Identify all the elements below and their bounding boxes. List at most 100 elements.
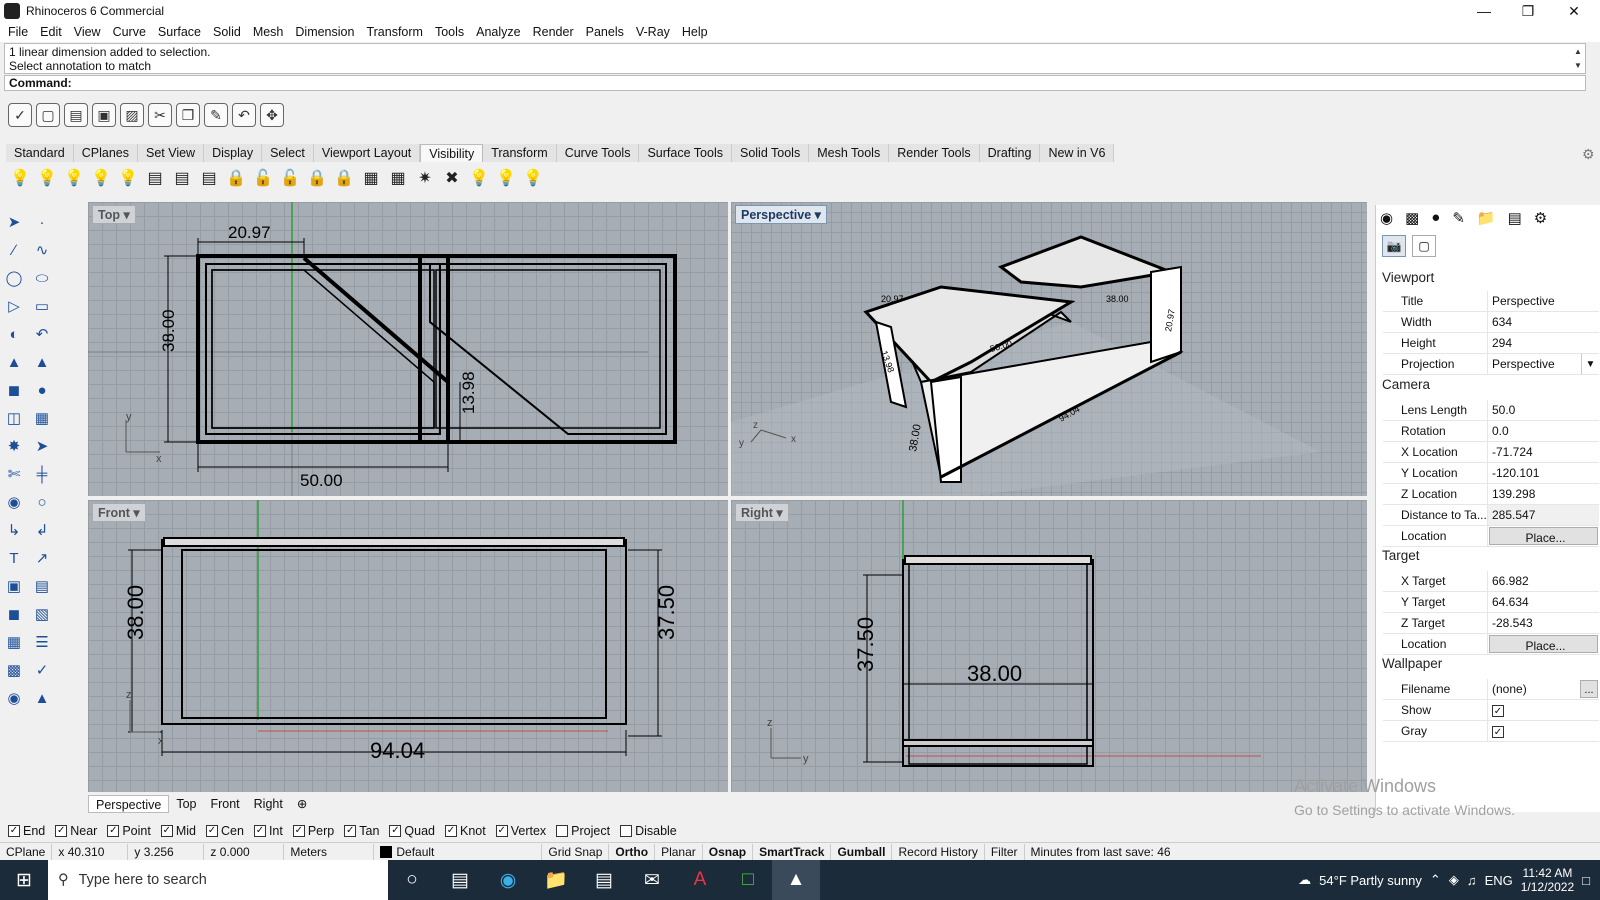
- osnap-toggle[interactable]: ✓ Tan: [344, 824, 379, 838]
- osnap-checkbox[interactable]: [620, 825, 633, 837]
- lock-icon[interactable]: 🔒: [224, 166, 248, 190]
- osnap-toggle[interactable]: Disable: [620, 824, 677, 838]
- light-bulb-icon[interactable]: 💡: [89, 166, 113, 190]
- unlock-icon[interactable]: 🔓: [251, 166, 275, 190]
- circle-icon[interactable]: ◯: [2, 266, 26, 290]
- osnap-toggle[interactable]: ✓ Perp: [292, 824, 334, 838]
- line-icon[interactable]: ∕: [2, 238, 26, 262]
- menu-item[interactable]: Surface: [152, 25, 207, 39]
- box-icon[interactable]: ◼: [2, 378, 26, 402]
- cortana-icon[interactable]: ○: [388, 860, 436, 900]
- status-toggle[interactable]: Planar: [655, 843, 703, 860]
- grip-icon[interactable]: ▦: [359, 166, 383, 190]
- front-viewport[interactable]: 38.00 37.50 94.04 z x Front ▾: [88, 500, 728, 792]
- viewport-label-right[interactable]: Right ▾: [735, 503, 789, 522]
- boolean-icon[interactable]: ◉: [2, 490, 26, 514]
- align-icon[interactable]: ☰: [30, 630, 54, 654]
- menu-item[interactable]: File: [2, 25, 34, 39]
- status-toggle[interactable]: Grid Snap: [542, 843, 610, 860]
- menu-item[interactable]: Render: [527, 25, 580, 39]
- top-viewport[interactable]: 20.97 38.00 13.98 50.00 y x Top ▾: [88, 202, 728, 496]
- layer-icon[interactable]: ▤: [197, 166, 221, 190]
- menu-item[interactable]: Help: [676, 25, 714, 39]
- viewport-label-top[interactable]: Top ▾: [92, 205, 136, 224]
- copy-icon[interactable]: ❐: [176, 103, 200, 127]
- materials-icon[interactable]: ●: [1431, 209, 1440, 227]
- mail-icon[interactable]: ✉: [628, 860, 676, 900]
- ipt-icon[interactable]: □: [724, 860, 772, 900]
- folder-icon[interactable]: 📁: [1477, 209, 1496, 227]
- osnap-checkbox[interactable]: ✓: [8, 825, 20, 837]
- osnap-toggle[interactable]: ✓ Vertex: [495, 824, 546, 838]
- osnap-checkbox[interactable]: ✓: [160, 825, 173, 837]
- cylinder-icon[interactable]: ◫: [2, 406, 26, 430]
- osnap-toggle[interactable]: ✓ Point: [107, 824, 151, 838]
- lock-icon[interactable]: 🔒: [332, 166, 356, 190]
- osnap-toggle[interactable]: ✓ Quad: [389, 824, 435, 838]
- scroll-up-icon[interactable]: ▲: [1571, 45, 1585, 59]
- layer-icon[interactable]: ▤: [170, 166, 194, 190]
- toolbar-tab[interactable]: Visibility: [420, 144, 484, 162]
- status-toggle[interactable]: SmartTrack: [753, 843, 832, 860]
- viewport-label-front[interactable]: Front ▾: [92, 503, 146, 522]
- light-bulb-icon[interactable]: 💡: [521, 166, 545, 190]
- cplane-label[interactable]: CPlane: [0, 843, 53, 860]
- dimension-icon[interactable]: ↗: [30, 546, 54, 570]
- volume-icon[interactable]: ♫: [1467, 873, 1477, 888]
- toolbar-tab[interactable]: Select: [262, 144, 314, 162]
- light-bulb-icon[interactable]: 💡: [35, 166, 59, 190]
- status-toggle[interactable]: Osnap: [703, 843, 754, 860]
- trim-icon[interactable]: ✄: [2, 462, 26, 486]
- light-bulb-icon[interactable]: 💡: [62, 166, 86, 190]
- light-bulb-icon[interactable]: 💡: [8, 166, 32, 190]
- gray-checkbox[interactable]: ✓: [1492, 726, 1504, 738]
- brush-icon[interactable]: ✎: [1452, 209, 1465, 227]
- toolbar-tab[interactable]: CPlanes: [73, 144, 138, 162]
- text-icon[interactable]: T: [2, 546, 26, 570]
- osnap-checkbox[interactable]: ✓: [253, 825, 266, 837]
- curve-icon[interactable]: ↶: [30, 322, 54, 346]
- osnap-toggle[interactable]: Project: [556, 824, 610, 838]
- viewport-tab[interactable]: Right: [247, 795, 290, 813]
- chevron-up-icon[interactable]: ⌃: [1430, 872, 1441, 888]
- pan-icon[interactable]: ✥: [260, 103, 284, 127]
- light-bulb-icon[interactable]: 💡: [116, 166, 140, 190]
- sphere-icon[interactable]: ●: [30, 378, 54, 402]
- mesh-icon[interactable]: ▦: [30, 406, 54, 430]
- print-icon[interactable]: ▨: [120, 103, 144, 127]
- osnap-toggle[interactable]: ✓ End: [8, 824, 45, 838]
- menu-item[interactable]: Panels: [580, 25, 630, 39]
- toolbar-tab[interactable]: Mesh Tools: [809, 144, 890, 162]
- lock-icon[interactable]: 🔒: [305, 166, 329, 190]
- osnap-checkbox[interactable]: ✓: [107, 825, 120, 837]
- solid-tools-icon[interactable]: ◼: [2, 602, 26, 626]
- language-label[interactable]: ENG: [1485, 873, 1513, 888]
- file-explorer-icon[interactable]: 📁: [532, 860, 580, 900]
- light-bulb-icon[interactable]: 💡: [467, 166, 491, 190]
- analyze-icon[interactable]: ▩: [2, 658, 26, 682]
- clock[interactable]: 11:42 AM 1/12/2022: [1521, 866, 1574, 894]
- scroll-down-icon[interactable]: ▼: [1571, 59, 1585, 73]
- render-icon[interactable]: ◉: [2, 686, 26, 710]
- add-viewport-tab-icon[interactable]: ⊕: [290, 795, 314, 813]
- status-toggle[interactable]: Record History: [892, 843, 985, 860]
- menu-item[interactable]: Dimension: [289, 25, 360, 39]
- light-bulb-icon[interactable]: 💡: [494, 166, 518, 190]
- paste-icon[interactable]: ✎: [204, 103, 228, 127]
- menu-item[interactable]: Transform: [360, 25, 429, 39]
- status-toggle[interactable]: Ortho: [609, 843, 656, 860]
- command-line[interactable]: Command:: [4, 75, 1586, 91]
- transform-icon[interactable]: ▣: [2, 574, 26, 598]
- show-icon[interactable]: ✷: [413, 166, 437, 190]
- settings-icon[interactable]: ⚙: [1534, 209, 1547, 227]
- material-icon[interactable]: ▲: [30, 686, 54, 710]
- checkmark-icon[interactable]: ✓: [30, 658, 54, 682]
- perspective-viewport[interactable]: 20.97 50.00 38.00 94.04 38.00 20.97 13.9…: [731, 202, 1367, 496]
- toolbar-tab[interactable]: Surface Tools: [639, 144, 732, 162]
- polygon-icon[interactable]: ▷: [2, 294, 26, 318]
- task-view-icon[interactable]: ▤: [436, 860, 484, 900]
- toolbar-tab[interactable]: Transform: [483, 144, 557, 162]
- menu-item[interactable]: Analyze: [470, 25, 526, 39]
- menu-item[interactable]: Edit: [34, 25, 68, 39]
- color-wheel-icon[interactable]: ◉: [1380, 209, 1393, 227]
